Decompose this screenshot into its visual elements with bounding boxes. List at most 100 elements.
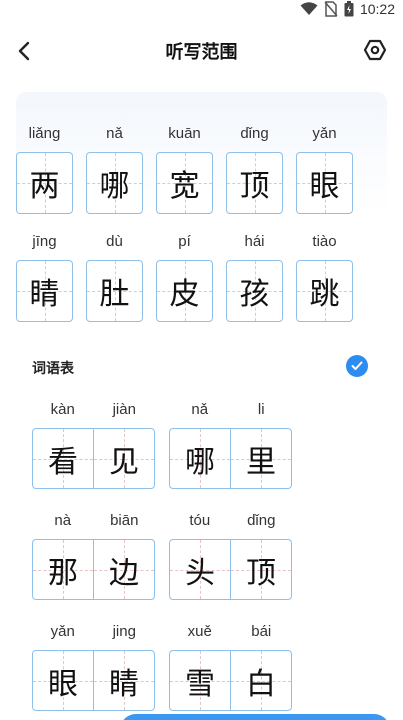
character-item[interactable]: nǎ 哪	[86, 122, 143, 214]
character-item[interactable]: hái 孩	[226, 230, 283, 322]
pinyin-label: dù	[106, 233, 123, 250]
word-row: kàn jiàn 看见 nǎ li 哪里	[32, 398, 372, 489]
word-row: nà biān 那边 tóu dǐng 头顶	[32, 509, 372, 600]
character-item[interactable]: yǎn 眼	[296, 122, 353, 214]
character-text: 孩	[239, 277, 270, 312]
pinyin-label: yǎn	[312, 125, 337, 142]
word-grid: kàn jiàn 看见 nǎ li 哪里 nà biān 那边 tóu dǐng 头顶 …	[32, 398, 372, 720]
word-box: 哪里	[169, 428, 292, 489]
character-text: 哪	[185, 444, 215, 480]
word-pinyin: xuě bái	[169, 620, 292, 644]
word-cell: 睛	[93, 651, 154, 710]
character-box: 宽	[156, 152, 213, 214]
status-icons: 10:22	[300, 0, 395, 18]
character-box: 眼	[296, 152, 353, 214]
word-box: 看见	[32, 428, 155, 489]
character-box: 哪	[86, 152, 143, 214]
character-text: 雪	[185, 666, 215, 702]
word-box: 雪白	[169, 650, 292, 711]
character-box: 孩	[226, 260, 283, 322]
word-cell: 哪	[170, 429, 230, 488]
character-text: 那	[48, 555, 78, 591]
section-title: 词语表	[32, 361, 74, 377]
pinyin-label: biān	[110, 512, 139, 529]
pinyin-label: yǎn	[50, 623, 75, 640]
word-cell: 眼	[33, 651, 93, 710]
character-box: 跳	[296, 260, 353, 322]
pinyin-label: nà	[54, 512, 72, 529]
character-text: 睛	[29, 277, 60, 312]
character-text: 哪	[99, 169, 130, 204]
character-text: 皮	[169, 277, 200, 312]
word-pinyin: kàn jiàn	[32, 398, 155, 422]
word-cell: 里	[230, 429, 291, 488]
settings-button[interactable]	[361, 36, 389, 64]
word-cell: 头	[170, 540, 230, 599]
pinyin-label: dǐng	[240, 125, 269, 142]
character-text: 肚	[99, 277, 130, 312]
pinyin-label: liǎng	[28, 125, 61, 142]
pinyin-label: jīng	[32, 233, 57, 250]
character-box: 两	[16, 152, 73, 214]
character-item[interactable]: tiào 跳	[296, 230, 353, 322]
word-list-header: 词语表	[32, 352, 368, 382]
status-bar: 10:22	[0, 0, 403, 18]
pinyin-label: tóu	[189, 512, 211, 529]
word-item[interactable]: tóu dǐng 头顶	[169, 509, 292, 600]
word-cell: 边	[93, 540, 154, 599]
word-item[interactable]: nǎ li 哪里	[169, 398, 292, 489]
no-sim-icon	[324, 1, 338, 17]
pinyin-label: jing	[112, 623, 136, 640]
word-box: 头顶	[169, 539, 292, 600]
character-text: 头	[185, 555, 215, 591]
word-item[interactable]: nà biān 那边	[32, 509, 155, 600]
word-pinyin: nà biān	[32, 509, 155, 533]
pinyin-label: hái	[244, 233, 265, 250]
character-box: 皮	[156, 260, 213, 322]
character-item[interactable]: jīng 睛	[16, 230, 73, 322]
word-cell: 见	[93, 429, 154, 488]
character-text: 边	[109, 555, 139, 591]
character-row: liǎng 两 nǎ 哪 kuān 宽 dǐng 顶 yǎn 眼	[16, 122, 376, 214]
pinyin-label: jiàn	[112, 401, 136, 418]
character-item[interactable]: liǎng 两	[16, 122, 73, 214]
word-box: 眼睛	[32, 650, 155, 711]
word-item[interactable]: xuě bái 雪白	[169, 620, 292, 711]
character-box: 顶	[226, 152, 283, 214]
word-item[interactable]: kàn jiàn 看见	[32, 398, 155, 489]
pinyin-label: kàn	[50, 401, 75, 418]
pinyin-label: bái	[251, 623, 272, 640]
pinyin-label: nǎ	[191, 401, 209, 418]
checkmark-icon[interactable]	[346, 355, 368, 377]
pinyin-label: li	[257, 401, 265, 418]
character-text: 眼	[309, 169, 340, 204]
character-text: 跳	[309, 277, 340, 312]
character-item[interactable]: dǐng 顶	[226, 122, 283, 214]
pinyin-label: dǐng	[247, 512, 276, 529]
character-box: 肚	[86, 260, 143, 322]
character-item[interactable]: kuān 宽	[156, 122, 213, 214]
word-pinyin: tóu dǐng	[169, 509, 292, 533]
bottom-action-button[interactable]	[120, 714, 390, 720]
word-cell: 顶	[230, 540, 291, 599]
pinyin-label: kuān	[168, 125, 201, 142]
pinyin-label: tiào	[312, 233, 337, 250]
character-text: 睛	[109, 666, 139, 702]
word-cell: 看	[33, 429, 93, 488]
character-text: 白	[246, 666, 276, 702]
pinyin-label: pí	[178, 233, 191, 250]
word-pinyin: nǎ li	[169, 398, 292, 422]
character-text: 见	[109, 444, 139, 480]
character-text: 两	[29, 169, 60, 204]
character-item[interactable]: pí 皮	[156, 230, 213, 322]
page-title: 听写范围	[165, 42, 238, 63]
pinyin-label: xuě	[187, 623, 212, 640]
character-box: 睛	[16, 260, 73, 322]
word-cell: 雪	[170, 651, 230, 710]
word-item[interactable]: yǎn jing 眼睛	[32, 620, 155, 711]
character-grid: liǎng 两 nǎ 哪 kuān 宽 dǐng 顶 yǎn 眼 jīng 睛 dù 肚 pí…	[16, 122, 376, 338]
settings-icon	[363, 39, 387, 61]
word-cell: 白	[230, 651, 291, 710]
character-item[interactable]: dù 肚	[86, 230, 143, 322]
status-time: 10:22	[359, 1, 395, 17]
